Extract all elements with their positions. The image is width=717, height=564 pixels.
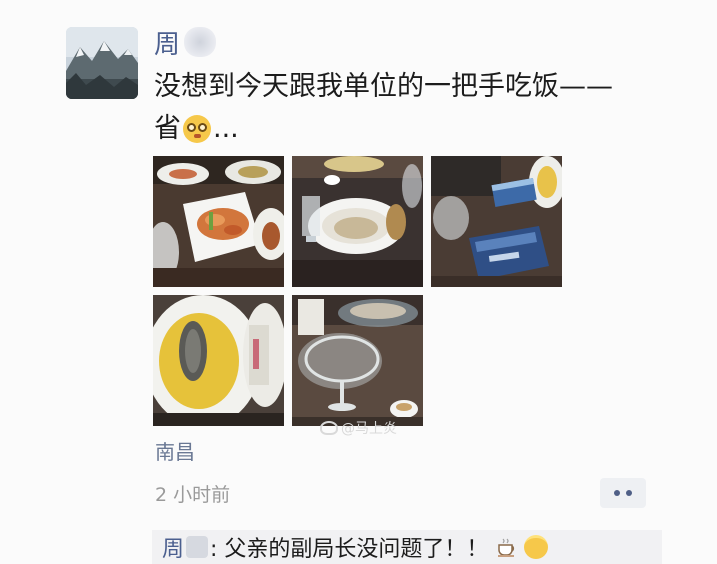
photo-5[interactable] — [292, 295, 423, 426]
post-text-line2: 省 ... — [154, 108, 674, 150]
post-text-line1: 没想到今天跟我单位的一把手吃饭—— — [154, 71, 613, 102]
post-text-ellipsis: ... — [213, 113, 239, 144]
photo-2-image — [292, 156, 423, 287]
moments-post: 周 没想到今天跟我单位的一把手吃饭—— 省 ... @马上炎 南昌 2 小时前 … — [0, 0, 717, 564]
post-text-prefix: 省 — [154, 113, 181, 144]
photo-1-image — [153, 156, 284, 287]
watermark-text: @马上炎 — [341, 421, 397, 437]
author-name-row: 周 — [154, 22, 217, 62]
post-location[interactable]: 南昌 — [155, 436, 195, 465]
avatar[interactable] — [66, 27, 138, 99]
photo-2[interactable] — [292, 156, 423, 287]
photo-4[interactable] — [153, 295, 284, 426]
author-name[interactable]: 周 — [154, 24, 180, 61]
comment-author[interactable]: 周 — [162, 531, 184, 563]
avatar-mountain-image — [66, 27, 138, 99]
angel-face-emoji-icon — [524, 535, 549, 559]
dot-icon — [614, 490, 620, 496]
photo-1[interactable] — [153, 156, 284, 287]
post-time: 2 小时前 — [155, 484, 231, 506]
weibo-watermark: @马上炎 — [320, 418, 397, 438]
coffee-icon — [496, 536, 518, 558]
comment-text: : 父亲的副局长没问题了！！ — [210, 537, 489, 562]
photo-5-image — [292, 295, 423, 426]
comment-name-blur-mask — [186, 536, 209, 558]
dot-icon — [626, 490, 632, 496]
weibo-logo-icon — [320, 421, 338, 435]
photo-4-image — [153, 295, 284, 426]
post-text: 没想到今天跟我单位的一把手吃饭—— 省 ... — [154, 66, 674, 150]
photo-3-image — [431, 156, 562, 287]
dizzy-face-emoji-icon — [183, 115, 211, 143]
name-blur-mask — [184, 27, 217, 57]
comment-row: 周 : 父亲的副局长没问题了！！ — [152, 530, 662, 564]
more-actions-button[interactable] — [600, 478, 646, 508]
photo-3[interactable] — [431, 156, 562, 287]
